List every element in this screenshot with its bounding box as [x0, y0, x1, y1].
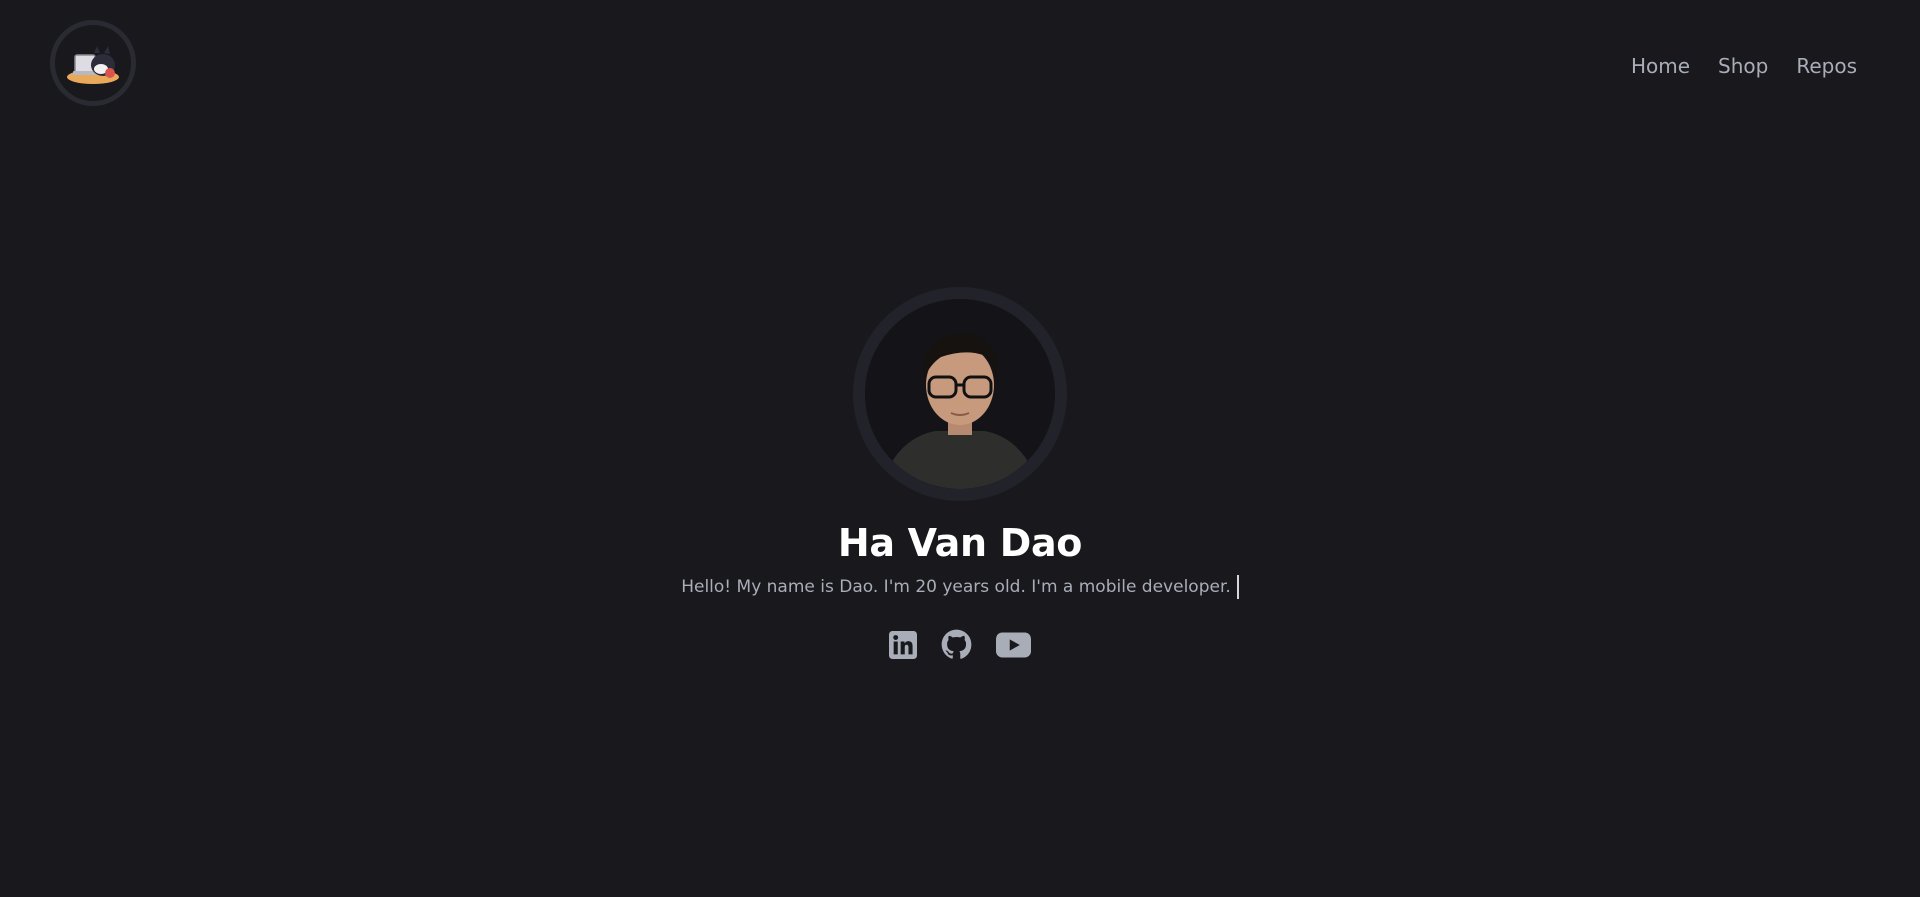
nav-home-link[interactable]: Home [1631, 54, 1690, 78]
hero-section: Ha Van Dao Hello! My name is Dao. I'm 20… [0, 287, 1920, 660]
profile-bio: Hello! My name is Dao. I'm 20 years old.… [681, 575, 1239, 599]
profile-name: Ha Van Dao [837, 521, 1083, 565]
nav-shop-link[interactable]: Shop [1718, 54, 1768, 78]
github-icon [941, 629, 972, 659]
site-logo[interactable] [50, 20, 136, 106]
github-link[interactable] [941, 629, 972, 660]
profile-photo [865, 299, 1055, 489]
youtube-icon [996, 632, 1031, 657]
social-links [889, 629, 1031, 660]
nav-repos-link[interactable]: Repos [1796, 54, 1857, 78]
linkedin-icon [889, 630, 917, 659]
avatar [853, 287, 1067, 501]
typing-caret [1236, 575, 1239, 599]
profile-bio-text: Hello! My name is Dao. I'm 20 years old.… [681, 577, 1231, 597]
linkedin-link[interactable] [889, 630, 917, 659]
main-nav: Home Shop Repos [1631, 54, 1857, 78]
cat-laptop-logo-icon [67, 46, 119, 84]
page: Home Shop Repos Ha Van Dao Hello! My nam… [0, 0, 1920, 897]
youtube-link[interactable] [996, 632, 1031, 658]
